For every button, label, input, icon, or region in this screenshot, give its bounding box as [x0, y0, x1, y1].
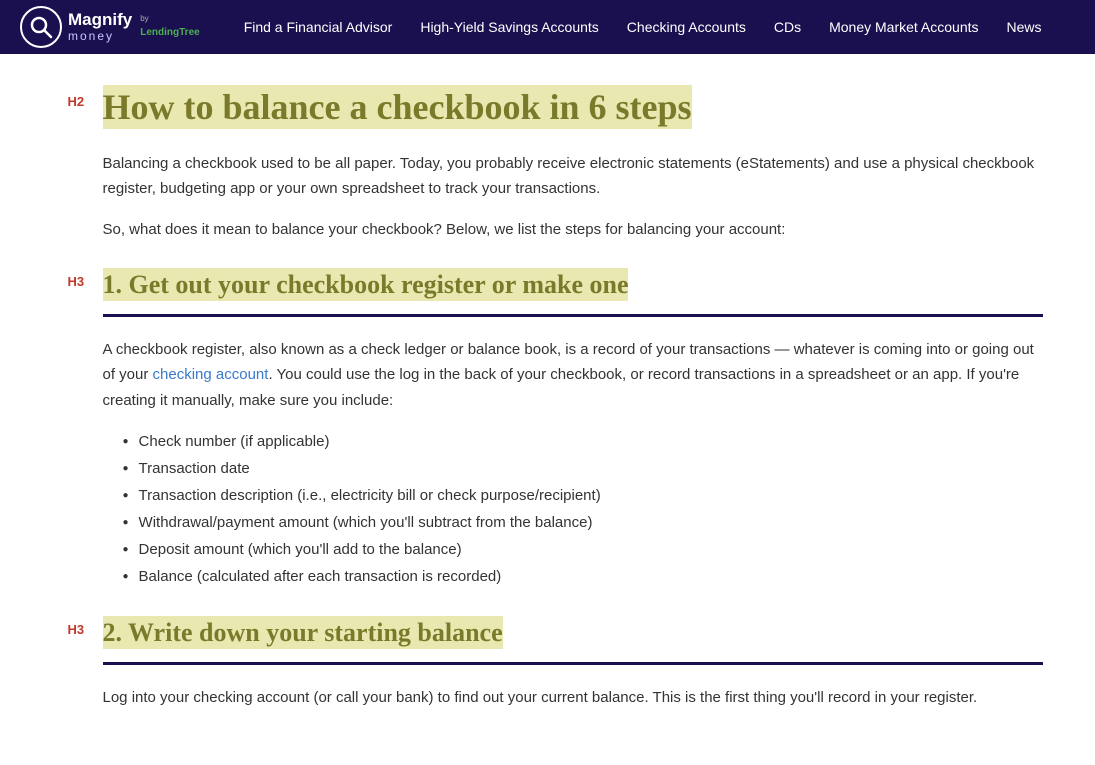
list-item: Deposit amount (which you'll add to the …	[123, 536, 1043, 563]
intro-paragraph-1: Balancing a checkbook used to be all pap…	[103, 151, 1043, 202]
nav-link-advisor[interactable]: Find a Financial Advisor	[230, 0, 407, 54]
section-body-1: A checkbook register, also known as a ch…	[103, 337, 1043, 414]
list-item: Balance (calculated after each transacti…	[123, 563, 1043, 590]
section-divider-2	[103, 662, 1043, 665]
h3-section-2: H3 2. Write down your starting balance	[103, 615, 1043, 651]
section-body-2: Log into your checking account (or call …	[103, 685, 1043, 711]
list-item: Transaction description (i.e., electrici…	[123, 482, 1043, 509]
nav-link-savings[interactable]: High-Yield Savings Accounts	[406, 0, 612, 54]
nav-link-cds[interactable]: CDs	[760, 0, 815, 54]
h3-label-2: H3	[68, 620, 85, 641]
h2-label: H2	[68, 92, 85, 113]
list-item: Transaction date	[123, 455, 1043, 482]
h3-label-1: H3	[68, 272, 85, 293]
section-title-2: 2. Write down your starting balance	[103, 616, 503, 649]
logo[interactable]: Magnify money by LendingTree	[20, 6, 200, 48]
nav-link-money-market[interactable]: Money Market Accounts	[815, 0, 992, 54]
nav-link-news[interactable]: News	[993, 0, 1056, 54]
logo-circle	[20, 6, 62, 48]
h2-section: H2 How to balance a checkbook in 6 steps	[103, 84, 1043, 131]
navigation: Magnify money by LendingTree Find a Fina…	[0, 0, 1095, 54]
section-divider-1	[103, 314, 1043, 317]
section-title-1: 1. Get out your checkbook register or ma…	[103, 268, 629, 301]
logo-money: money	[68, 30, 132, 43]
list-item: Check number (if applicable)	[123, 428, 1043, 455]
list-item: Withdrawal/payment amount (which you'll …	[123, 509, 1043, 536]
checkbook-register-list: Check number (if applicable) Transaction…	[123, 428, 1043, 590]
checking-account-link[interactable]: checking account	[153, 366, 269, 383]
nav-link-checking[interactable]: Checking Accounts	[613, 0, 760, 54]
logo-icon	[27, 13, 55, 41]
logo-magnify: Magnify	[68, 11, 132, 30]
h3-section-1: H3 1. Get out your checkbook register or…	[103, 267, 1043, 303]
page-title: How to balance a checkbook in 6 steps	[103, 85, 692, 129]
logo-lendingtree: LendingTree	[140, 25, 199, 41]
logo-by: by	[140, 13, 148, 26]
intro-paragraph-2: So, what does it mean to balance your ch…	[103, 217, 1043, 243]
